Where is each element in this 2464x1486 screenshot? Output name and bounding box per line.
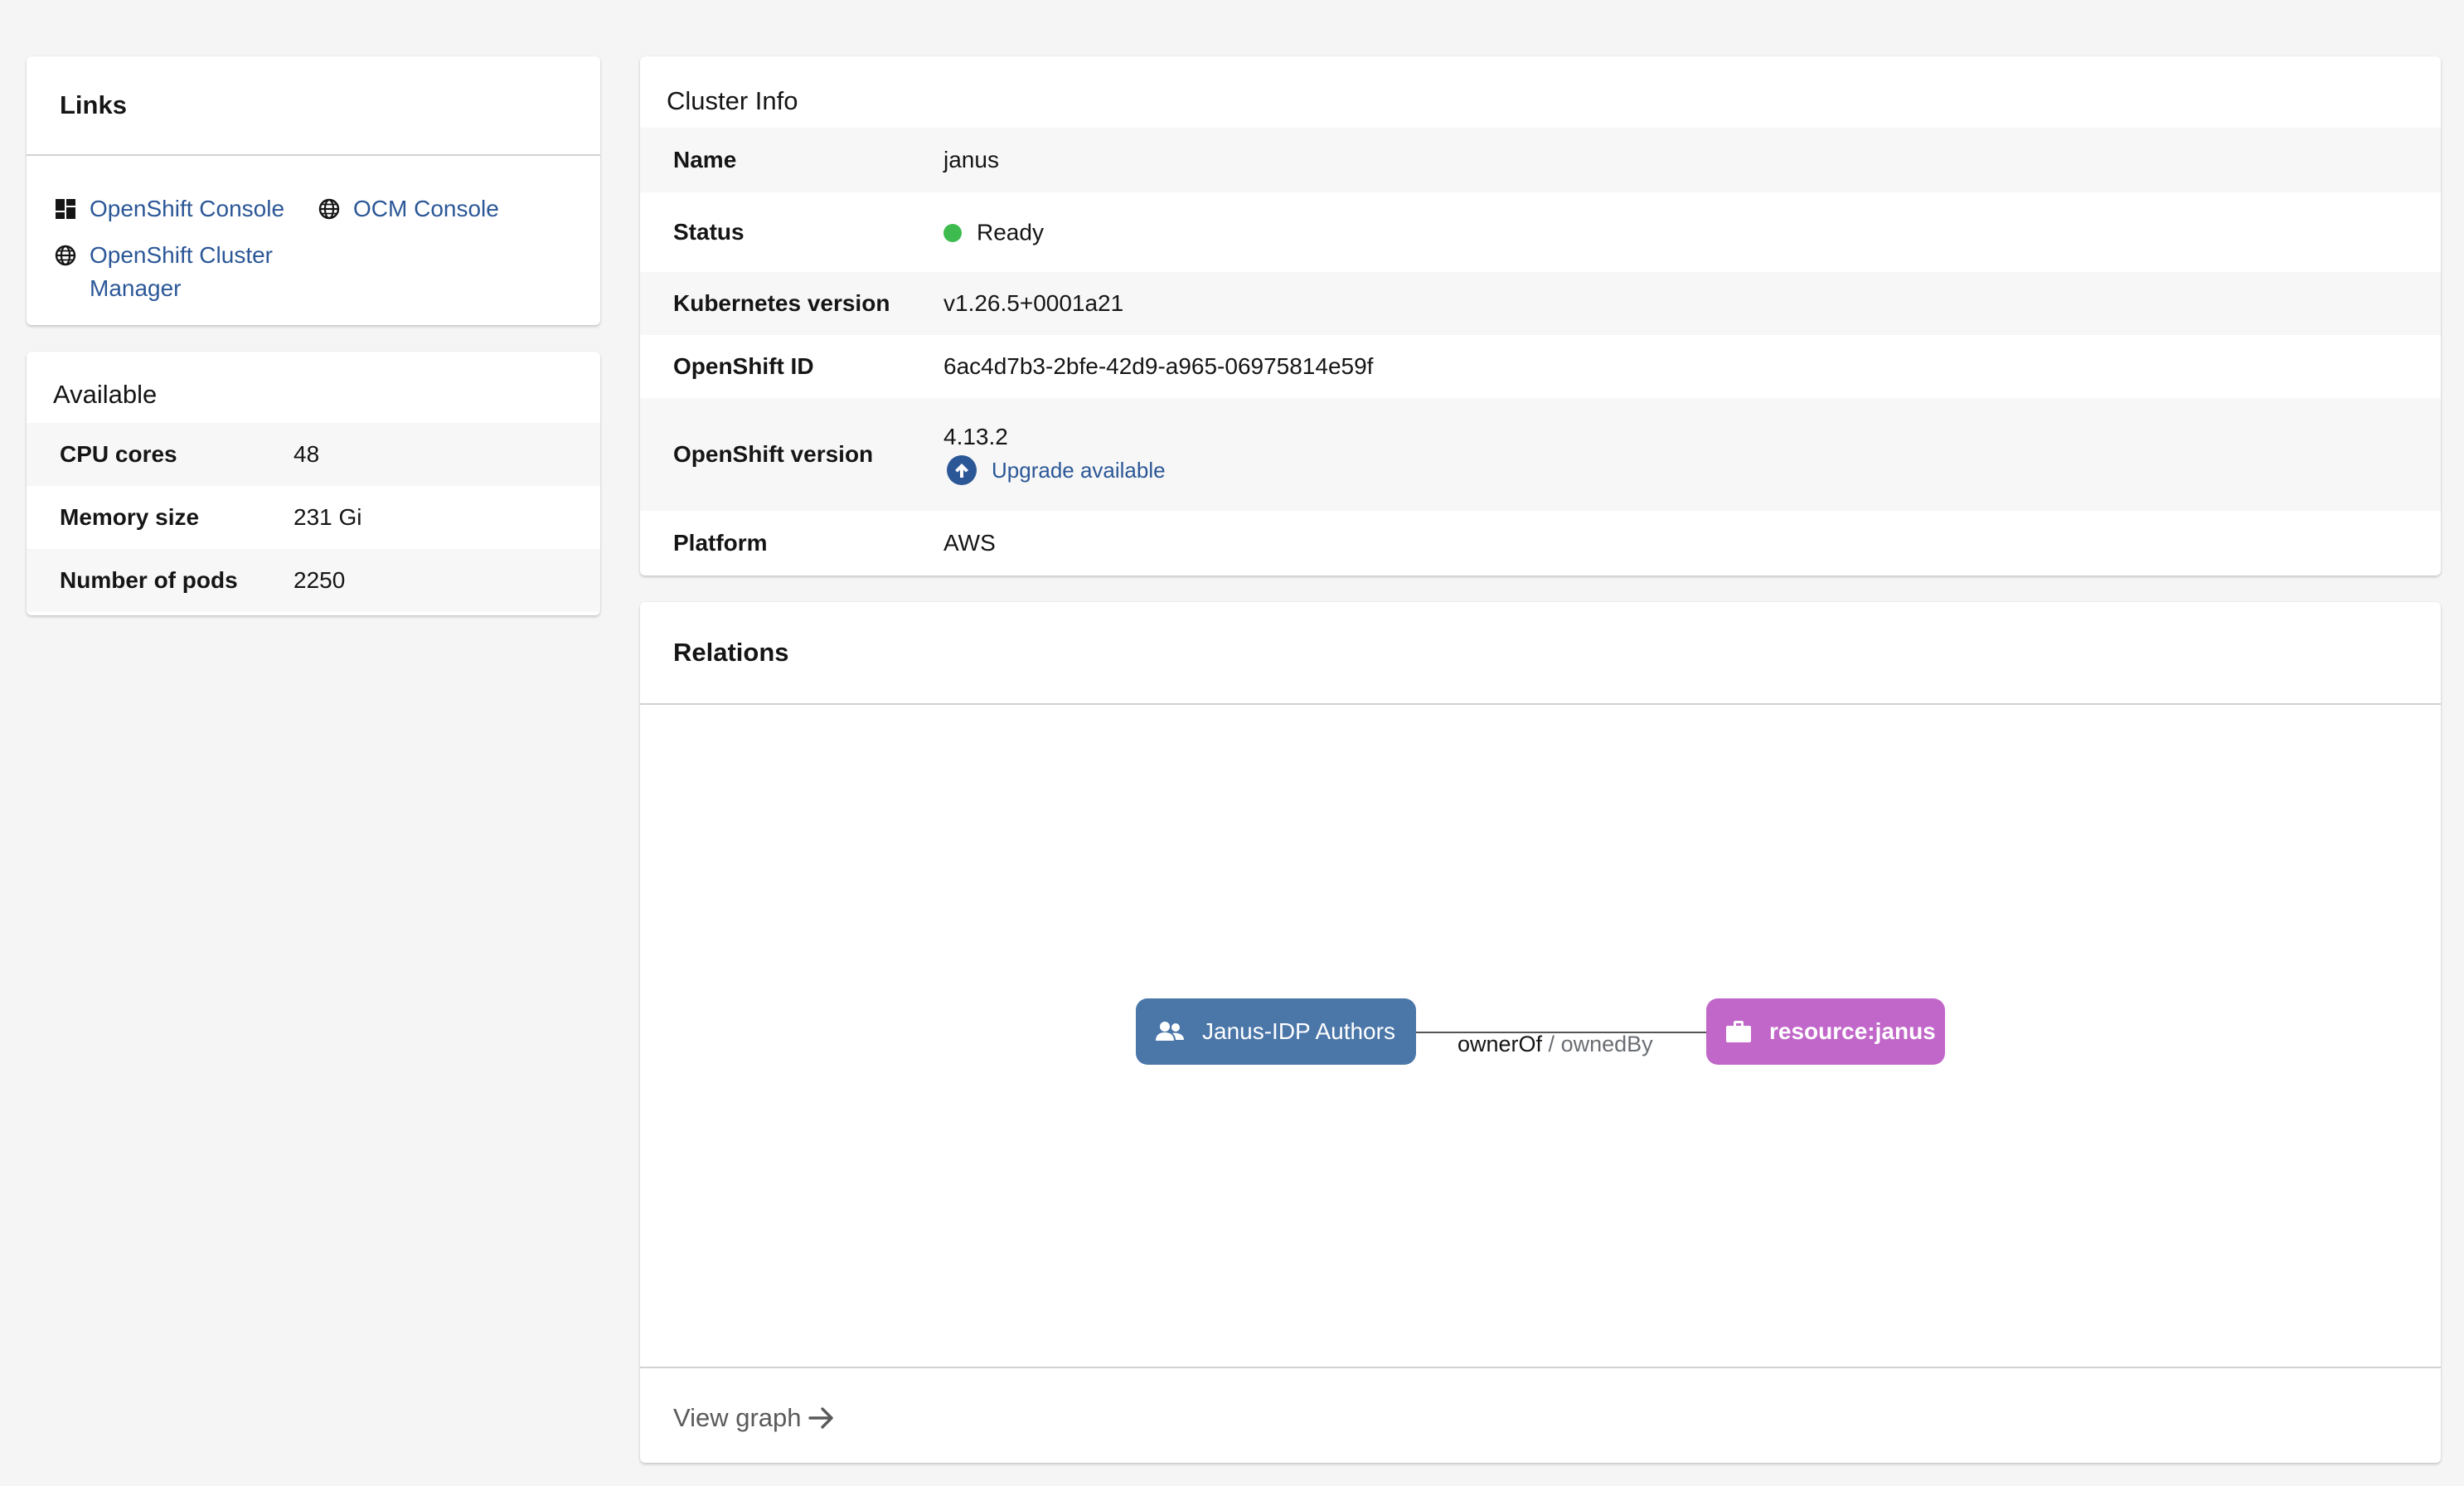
resource-janus-label: resource:janus xyxy=(1769,1018,1936,1044)
status-ready-icon xyxy=(943,223,962,242)
cluster-info-title: Cluster Info xyxy=(667,86,798,115)
number-of-pods-value: 2250 xyxy=(293,567,346,593)
janus-idp-authors-node[interactable]: Janus-IDP Authors xyxy=(1136,998,1416,1065)
dashboard-icon xyxy=(56,199,75,219)
group-icon xyxy=(1156,1022,1184,1041)
cluster-info-card: Cluster Info Name janus Status Ready Kub… xyxy=(640,56,2441,575)
relations-graph: Janus-IDP Authors ownerOf / ownedBy reso… xyxy=(640,705,2441,1368)
status-value: Ready xyxy=(977,219,1044,245)
openshift-id-row: OpenShift ID 6ac4d7b3-2bfe-42d9-a965-069… xyxy=(640,335,2441,398)
cpu-cores-row: CPU cores 48 xyxy=(27,423,600,486)
globe-icon xyxy=(318,198,340,220)
view-graph-link[interactable]: View graph xyxy=(673,1403,837,1433)
memory-size-row: Memory size 231 Gi xyxy=(27,486,600,549)
openshift-version-key: OpenShift version xyxy=(673,441,874,467)
openshift-cluster-manager-label-line2: Manager xyxy=(90,275,182,301)
kubernetes-version-value: v1.26.5+0001a21 xyxy=(943,290,1124,316)
status-value-wrap: Ready xyxy=(943,218,1044,246)
name-key: Name xyxy=(673,147,737,172)
ocm-console-label: OCM Console xyxy=(353,196,499,221)
status-key: Status xyxy=(673,219,745,245)
available-title: Available xyxy=(53,380,158,409)
openshift-version-value-wrap: 4.13.2 Upgrade available xyxy=(943,424,1166,485)
openshift-version-row: OpenShift version 4.13.2 Upgrade availab… xyxy=(640,398,2441,511)
relations-title: Relations xyxy=(640,602,2441,705)
platform-value: AWS xyxy=(943,530,996,556)
cpu-cores-key: CPU cores xyxy=(60,441,177,467)
briefcase-icon xyxy=(1726,1021,1751,1042)
view-graph-label: View graph xyxy=(673,1403,802,1432)
openshift-cluster-manager-link[interactable]: OpenShift Cluster Manager xyxy=(55,239,273,305)
cpu-cores-value: 48 xyxy=(293,441,320,467)
kubernetes-version-row: Kubernetes version v1.26.5+0001a21 xyxy=(640,272,2441,335)
number-of-pods-key: Number of pods xyxy=(60,567,238,593)
relations-card: Relations Janus-IDP Authors ownerOf / ow… xyxy=(640,602,2441,1463)
links-title: Links xyxy=(27,56,600,156)
openshift-cluster-manager-label-line1: OpenShift Cluster xyxy=(90,242,273,268)
platform-row: Platform AWS xyxy=(640,511,2441,575)
links-card: Links OpenShift Console OCM Console Open… xyxy=(27,56,600,325)
openshift-id-key: OpenShift ID xyxy=(673,353,814,379)
platform-key: Platform xyxy=(673,530,768,556)
janus-idp-authors-label: Janus-IDP Authors xyxy=(1202,1018,1395,1044)
available-card: Available CPU cores 48 Memory size 231 G… xyxy=(27,352,600,615)
edge-owner-of-label: ownerOf xyxy=(1458,1032,1543,1056)
memory-size-key: Memory size xyxy=(60,504,200,530)
globe-icon xyxy=(55,245,76,266)
arrow-up-circle-icon xyxy=(947,455,977,485)
openshift-version-value: 4.13.2 xyxy=(943,424,1008,449)
edge-owned-by-label: ownedBy xyxy=(1560,1032,1653,1056)
upgrade-available-label: Upgrade available xyxy=(992,457,1166,483)
status-row: Status Ready xyxy=(640,192,2441,272)
upgrade-available-link[interactable]: Upgrade available xyxy=(943,455,1166,485)
openshift-console-link[interactable]: OpenShift Console xyxy=(55,192,284,226)
edge-separator: / xyxy=(1542,1032,1561,1056)
edge-label: ownerOf / ownedBy xyxy=(1458,1032,1653,1057)
openshift-console-label: OpenShift Console xyxy=(90,196,285,221)
memory-size-value: 231 Gi xyxy=(293,504,362,530)
kubernetes-version-key: Kubernetes version xyxy=(673,290,890,316)
ocm-console-link[interactable]: OCM Console xyxy=(318,192,499,226)
name-value: janus xyxy=(943,147,999,172)
resource-janus-node[interactable]: resource:janus xyxy=(1706,998,1945,1065)
arrow-right-icon xyxy=(808,1407,833,1429)
name-row: Name janus xyxy=(640,128,2441,192)
openshift-id-value: 6ac4d7b3-2bfe-42d9-a965-06975814e59f xyxy=(943,353,1374,379)
number-of-pods-row: Number of pods 2250 xyxy=(27,549,600,612)
